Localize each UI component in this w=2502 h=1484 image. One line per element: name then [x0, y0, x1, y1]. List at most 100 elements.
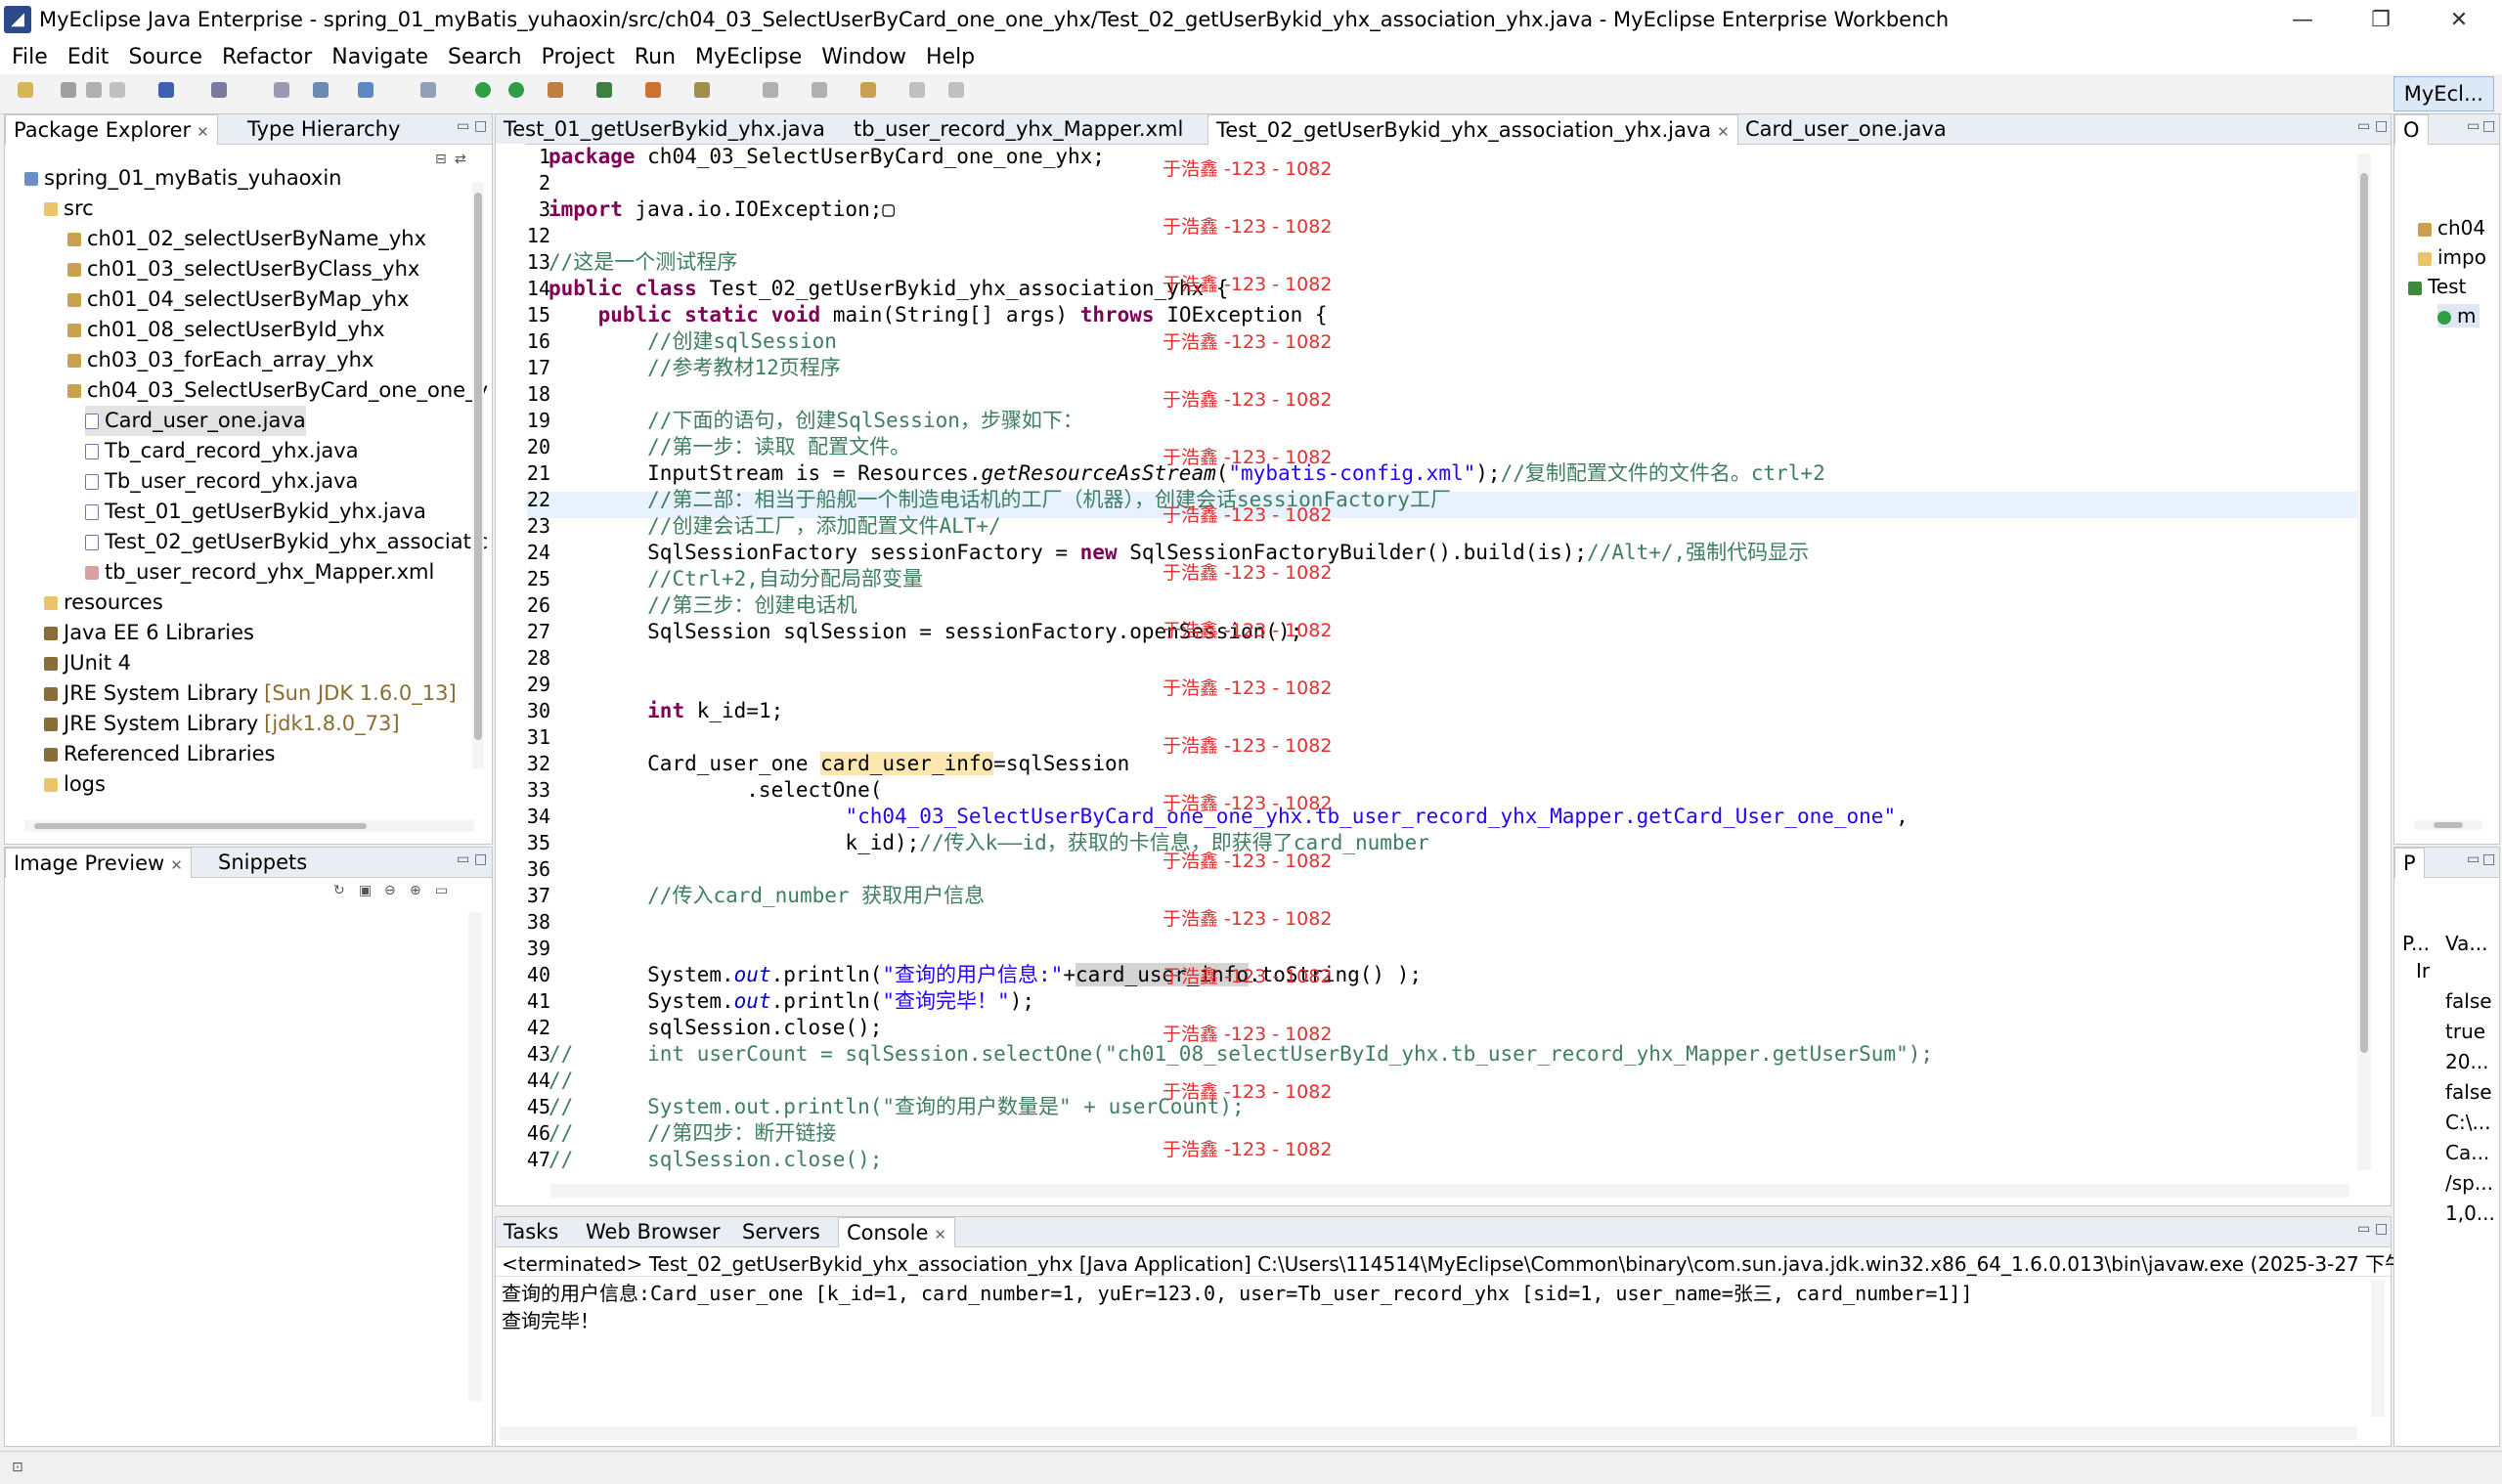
minimize-view-icon[interactable]: ▭ [2357, 1221, 2370, 1237]
code-line[interactable]: //传入card_number 获取用户信息 [549, 883, 985, 909]
editor-vscrollbar[interactable] [2357, 153, 2371, 1170]
tab-web-browser[interactable]: Web Browser [578, 1217, 728, 1246]
tree-node[interactable]: Referenced Libraries [44, 739, 275, 769]
open-task-icon[interactable] [694, 82, 710, 98]
perspective-myeclipse[interactable]: MyEcl... [2392, 76, 2494, 111]
minimize-view-icon[interactable]: ▭ [457, 118, 469, 134]
code-line[interactable]: sqlSession.close(); [549, 1015, 882, 1041]
tab-servers[interactable]: Servers [734, 1217, 828, 1246]
close-icon[interactable]: ✕ [170, 856, 183, 874]
zoom-out-icon[interactable]: ⊖ [384, 883, 396, 898]
tree-node[interactable]: Java EE 6 Libraries [44, 618, 254, 648]
deploy-icon[interactable] [211, 82, 227, 98]
tree-node[interactable]: ch01_04_selectUserByMap_yhx [67, 284, 409, 315]
save-icon[interactable] [61, 82, 76, 98]
link-editor-icon[interactable]: ⇄ [455, 152, 466, 167]
code-line[interactable]: // sqlSession.close(); [549, 1147, 882, 1173]
tree-node[interactable]: Tb_user_record_yhx.java [85, 466, 358, 497]
tree-node[interactable]: ch03_03_forEach_array_yhx [67, 345, 373, 375]
menu-edit[interactable]: Edit [58, 41, 119, 74]
menu-source[interactable]: Source [118, 41, 212, 74]
menu-refactor[interactable]: Refactor [212, 41, 322, 74]
outline-hscrollbar[interactable] [2414, 820, 2482, 830]
code-line[interactable]: //创建sqlSession [549, 328, 837, 355]
tab-properties[interactable]: P [2394, 848, 2425, 878]
code-line[interactable]: //创建会话工厂，添加配置文件ALT+/ [549, 513, 1001, 540]
close-icon[interactable]: ✕ [197, 123, 209, 141]
tab-tasks[interactable]: Tasks [496, 1217, 566, 1246]
tree-node[interactable]: ch01_02_selectUserByName_yhx [67, 224, 426, 254]
code-line[interactable]: // [549, 1068, 573, 1094]
maximize-view-icon[interactable]: □ [2375, 1221, 2388, 1237]
tree-node[interactable]: Tb_card_record_yhx.java [85, 436, 359, 466]
run-icon[interactable] [475, 82, 491, 98]
code-line[interactable]: public static void main(String[] args) t… [549, 302, 1328, 328]
database-icon[interactable] [420, 82, 436, 98]
debug-icon[interactable] [548, 82, 563, 98]
code-line[interactable]: public class Test_02_getUserBykid_yhx_as… [549, 276, 1228, 302]
menu-project[interactable]: Project [532, 41, 625, 74]
maximize-view-icon[interactable]: □ [2482, 118, 2495, 134]
close-window-button[interactable]: ✕ [2425, 4, 2493, 37]
open-type-icon[interactable] [274, 82, 289, 98]
code-line[interactable]: //第三步：创建电话机 [549, 592, 856, 619]
run-configs-icon[interactable] [508, 82, 524, 98]
code-line[interactable]: package ch04_03_SelectUserByCard_one_one… [549, 144, 1105, 170]
tab-outline[interactable]: O [2394, 114, 2429, 145]
tab-snippets[interactable]: Snippets [210, 848, 315, 877]
back-icon[interactable] [909, 82, 925, 98]
restore-button[interactable]: ❐ [2347, 4, 2415, 37]
prev-annotation-icon[interactable] [812, 82, 827, 98]
search-icon[interactable] [313, 82, 329, 98]
tree-node[interactable]: JRE System Library [Sun JDK 1.6.0_13] [44, 678, 457, 709]
code-line[interactable]: import java.io.IOException;▢ [549, 196, 895, 223]
menu-myeclipse[interactable]: MyEclipse [685, 41, 812, 74]
tree-node[interactable]: resources [44, 588, 163, 618]
tab-package-explorer[interactable]: Package Explorer ✕ [5, 114, 218, 145]
maximize-view-icon[interactable]: □ [2482, 851, 2495, 867]
tree-vscrollbar[interactable] [472, 183, 484, 769]
refresh-icon[interactable]: ↻ [333, 883, 345, 898]
code-line[interactable]: //下面的语句，创建SqlSession，步骤如下： [549, 408, 1083, 434]
code-line[interactable]: // System.out.println("查询的用户数量是" + userC… [549, 1094, 1245, 1120]
tree-node[interactable]: tb_user_record_yhx_Mapper.xml [85, 557, 434, 588]
minimize-view-icon[interactable]: ▭ [2467, 851, 2480, 867]
tab-test01[interactable]: Test_01_getUserBykid_yhx.java [496, 114, 833, 144]
menu-run[interactable]: Run [625, 41, 685, 74]
collapse-all-icon[interactable]: ⊟ [435, 152, 447, 167]
console-hscrollbar[interactable] [500, 1426, 2357, 1440]
new-java-class-icon[interactable] [645, 82, 661, 98]
save-all-icon[interactable] [86, 82, 102, 98]
tab-test02[interactable]: Test_02_getUserBykid_yhx_association_yhx… [1207, 114, 1738, 145]
fit-icon[interactable]: ▣ [359, 883, 372, 898]
code-line[interactable]: //第一步：读取 配置文件。 [549, 434, 910, 460]
tree-node[interactable]: ch01_08_selectUserById_yhx [67, 315, 385, 345]
zoom-in-icon[interactable]: ⊕ [410, 883, 421, 898]
tree-node[interactable]: JRE System Library [jdk1.8.0_73] [44, 709, 400, 739]
menu-window[interactable]: Window [812, 41, 916, 74]
tree-node[interactable]: Test_01_getUserBykid_yhx.java [85, 497, 426, 527]
tab-image-preview[interactable]: Image Preview ✕ [5, 848, 192, 878]
outline-method[interactable]: m [2437, 304, 2480, 327]
print-icon[interactable] [110, 82, 125, 98]
tree-node[interactable]: JUnit 4 [44, 648, 131, 678]
outline-imports[interactable]: impo [2418, 245, 2486, 269]
menu-search[interactable]: Search [438, 41, 532, 74]
maximize-view-icon[interactable]: □ [474, 851, 487, 867]
code-line[interactable]: Card_user_one card_user_info=sqlSession [549, 751, 1129, 777]
tree-node[interactable]: ch04_03_SelectUserByCard_one_one_y [67, 375, 488, 406]
tree-node[interactable]: Test_02_getUserBykid_yhx_associatic [85, 527, 488, 557]
tree-node[interactable]: logs [44, 769, 106, 800]
tab-type-hierarchy[interactable]: Type Hierarchy [240, 114, 408, 144]
tree-node[interactable]: Card_user_one.java [85, 406, 306, 436]
code-line[interactable]: //参考教材12页程序 [549, 355, 841, 381]
menu-navigate[interactable]: Navigate [322, 41, 438, 74]
outline-package[interactable]: ch04 [2418, 216, 2485, 240]
code-line[interactable]: int k_id=1; [549, 698, 783, 724]
preview-vscrollbar[interactable] [468, 912, 482, 1401]
console-vscrollbar[interactable] [2371, 1280, 2385, 1417]
tab-mapper-xml[interactable]: tb_user_record_yhx_Mapper.xml [846, 114, 1191, 144]
close-icon[interactable]: ✕ [934, 1226, 946, 1244]
minimize-button[interactable]: — [2268, 4, 2337, 37]
menu-file[interactable]: File [0, 41, 58, 74]
